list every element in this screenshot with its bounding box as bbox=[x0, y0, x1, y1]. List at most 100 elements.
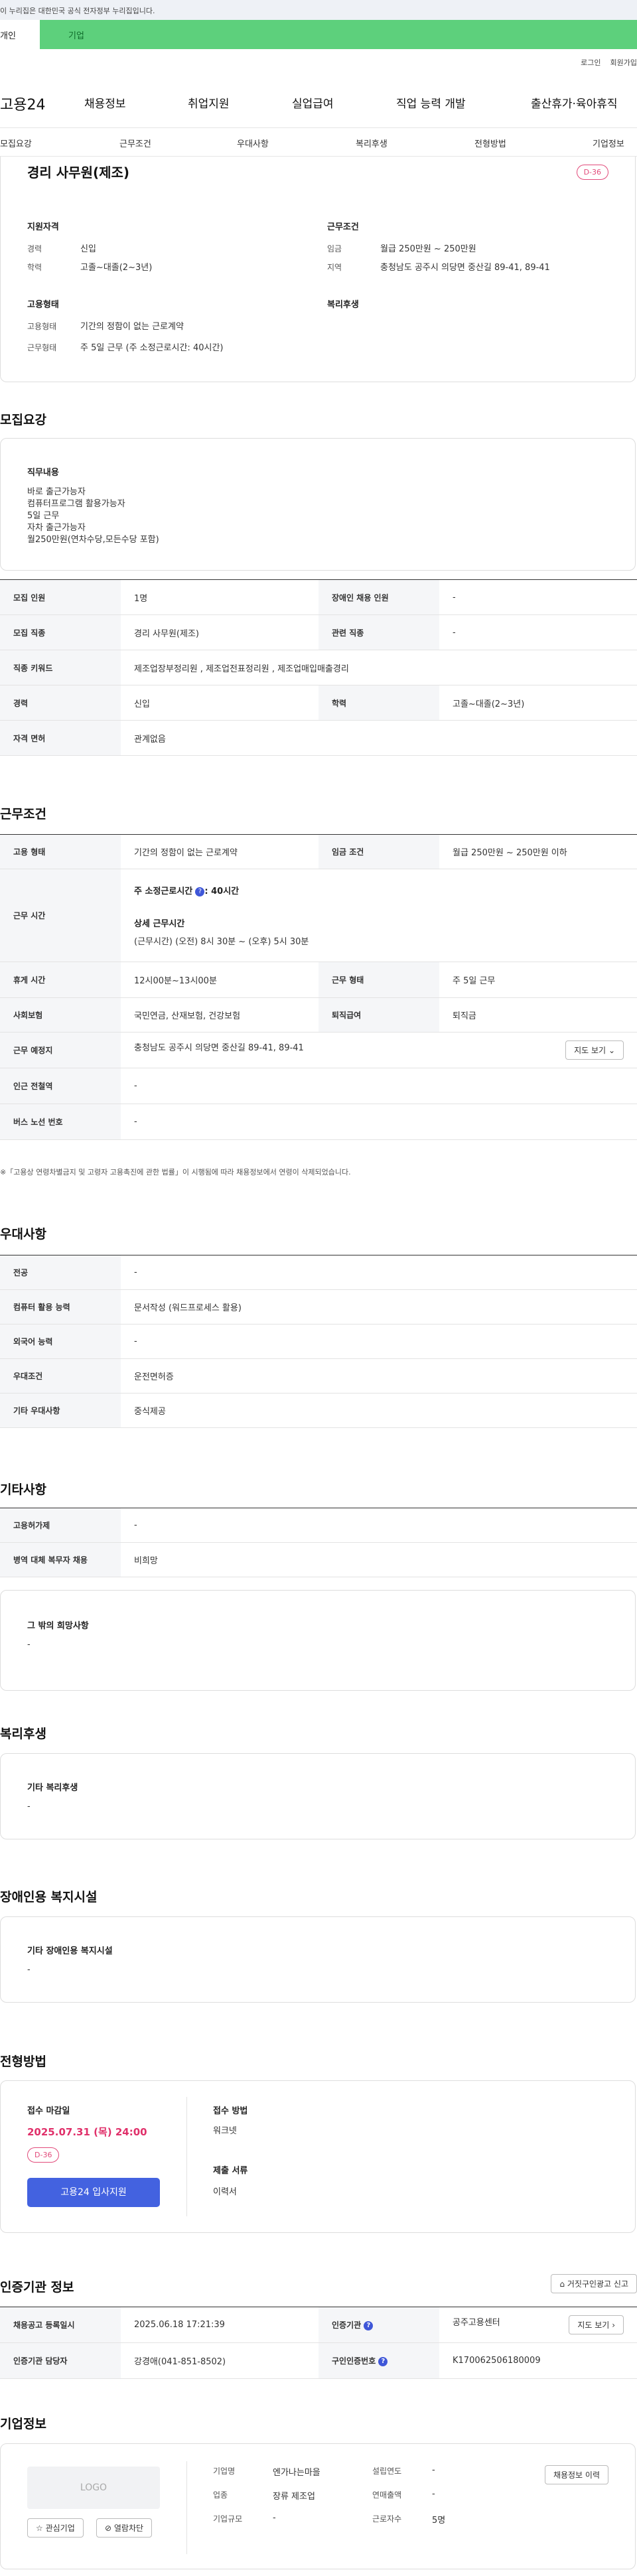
signup-link[interactable]: 회원가입 bbox=[610, 57, 637, 68]
hours-detail: (근무시간) (오전) 8시 30분 ~ (오후) 5시 30분 bbox=[134, 937, 309, 947]
divider bbox=[186, 2097, 187, 2216]
cell-td: 관계없음 bbox=[121, 720, 637, 756]
cell-td: 1명 bbox=[121, 579, 318, 615]
hope-value: - bbox=[27, 1640, 31, 1650]
cell-td: 강경애(041-851-8502) bbox=[121, 2342, 318, 2379]
gnb-item-jobs[interactable]: 채용정보 bbox=[84, 94, 126, 111]
duty-line: 월250만원(연차수당,모든수당 포함) bbox=[27, 535, 159, 545]
table-row: 버스 노선 번호 - bbox=[0, 1104, 637, 1140]
snb-welfare[interactable]: 복리후생 bbox=[356, 137, 388, 149]
docs-title: 제출 서류 bbox=[213, 2166, 248, 2176]
global-nav: 고용24 채용정보 취업지원 실업급여 직업 능력 개발 출산휴가·육아휴직 bbox=[0, 86, 637, 119]
cell-th: 버스 노선 번호 bbox=[0, 1104, 121, 1140]
cond-label: 임금 bbox=[327, 244, 342, 253]
duty-line: 바로 출근가능자 bbox=[27, 487, 86, 497]
etc-table: 고용허가제 - 병역 대체 복무자 채용 비희망 bbox=[0, 1508, 637, 1577]
map-view-label: 지도 보기 bbox=[574, 1046, 606, 1055]
org-cell: 공주고용센터 지도 보기 › bbox=[439, 2307, 637, 2343]
company-value: 장류 제조업 bbox=[273, 2492, 315, 2502]
method-value: 워크넷 bbox=[213, 2126, 237, 2136]
cell-th: 인증기관 ? bbox=[318, 2307, 439, 2343]
cell-th: 자격 면허 bbox=[0, 720, 121, 756]
cell-td: - bbox=[439, 614, 637, 650]
gov-banner-text: 이 누리집은 대한민국 공식 전자정부 누리집입니다. bbox=[0, 7, 155, 15]
cell-td: 2025.06.18 17:21:39 bbox=[121, 2307, 318, 2343]
info-icon[interactable]: ? bbox=[364, 2321, 374, 2330]
snb-work[interactable]: 근무조건 bbox=[119, 137, 151, 149]
cell-td: 주 5일 근무 bbox=[439, 962, 637, 998]
agency-map-button[interactable]: 지도 보기 › bbox=[569, 2315, 624, 2334]
table-row: 고용 형태 기간의 정함이 없는 근로계약 임금 조건 월급 250만원 ~ 2… bbox=[0, 834, 637, 869]
section-selection-title: 전형방법 bbox=[0, 2054, 46, 2069]
table-row: 인근 전철역 - bbox=[0, 1068, 637, 1104]
tab-corp[interactable]: 기업 bbox=[40, 20, 637, 49]
duty-lines: 바로 출근가능자 컴퓨터프로그램 활용가능자 5일 근무 자차 출근가능자 월2… bbox=[27, 486, 159, 546]
cell-td: - bbox=[121, 1068, 637, 1104]
fav-company-button[interactable]: ☆ 관심기업 bbox=[27, 2518, 84, 2538]
cell-td: - bbox=[121, 1255, 637, 1290]
disability-box-title: 기타 장애인용 복지시설 bbox=[27, 1946, 113, 1956]
cell-th: 사회보험 bbox=[0, 997, 121, 1033]
apply-button[interactable]: 고용24 입사지원 bbox=[27, 2178, 160, 2207]
cond-title: 근무조건 bbox=[327, 222, 359, 232]
block-view-button[interactable]: ⊘ 열람차단 bbox=[96, 2518, 153, 2538]
gnb-item-leave[interactable]: 출산휴가·육아휴직 bbox=[531, 94, 618, 111]
section-work-title: 근무조건 bbox=[0, 807, 46, 822]
company-info-grid: 기업명 엔가나는마을 설립연도 - 업종 장류 제조업 연매출액 - 기업규모 … bbox=[213, 2465, 492, 2537]
tab-person[interactable]: 개인 bbox=[0, 20, 40, 49]
cell-td: - bbox=[121, 1324, 637, 1359]
report-fake-ad-button[interactable]: ⌂ 거짓구인광고 신고 bbox=[551, 2274, 637, 2293]
cell-th: 기타 우대사항 bbox=[0, 1393, 121, 1428]
qual-label: 학력 bbox=[27, 263, 42, 272]
cell-td: 제조업장부정리원 , 제조업전표정리원 , 제조업매입매출경리 bbox=[121, 650, 637, 685]
section-nav: 모집요강 근무조건 우대사항 복리후생 전형방법 기업정보 bbox=[0, 127, 637, 157]
cell-th: 모집 직종 bbox=[0, 614, 121, 650]
cond-label: 지역 bbox=[327, 263, 342, 272]
map-view-button[interactable]: 지도 보기 ⌄ bbox=[565, 1040, 624, 1060]
snb-company[interactable]: 기업정보 bbox=[593, 137, 624, 149]
cell-th: 우대조건 bbox=[0, 1358, 121, 1394]
agency-table: 채용공고 등록일시 2025.06.18 17:21:39 인증기관 ? 공주고… bbox=[0, 2307, 637, 2379]
cell-th: 외국어 능력 bbox=[0, 1324, 121, 1359]
login-link[interactable]: 로그인 bbox=[581, 57, 601, 68]
gnb-item-unemployment[interactable]: 실업급여 bbox=[292, 94, 334, 111]
gnb-item-employment[interactable]: 취업지원 bbox=[188, 94, 230, 111]
company-logo: LOGO bbox=[27, 2467, 160, 2509]
cell-td: 비희망 bbox=[121, 1542, 637, 1577]
disability-box-value: - bbox=[27, 1965, 31, 1975]
place-value: 충청남도 공주시 의당면 중산길 89-41, 89-41 bbox=[134, 1043, 304, 1053]
info-icon[interactable]: ? bbox=[195, 887, 205, 896]
qual-list: 경력 신입 학력 고졸~대졸(2~3년) bbox=[27, 242, 152, 279]
company-label: 기업규모 bbox=[213, 2514, 243, 2524]
job-history-button[interactable]: 채용정보 이력 bbox=[544, 2465, 608, 2484]
hope-box: 그 밖의 희망사항 - bbox=[0, 1590, 636, 1691]
fav-label: 관심기업 bbox=[45, 2524, 75, 2533]
user-tabs: 개인 기업 bbox=[0, 20, 637, 49]
cell-td: 문서작성 (워드프로세스 활용) bbox=[121, 1289, 637, 1324]
cell-td: 기간의 정함이 없는 근로계약 bbox=[121, 834, 318, 869]
site-logo[interactable]: 고용24 bbox=[0, 93, 80, 114]
snb-selection[interactable]: 전형방법 bbox=[474, 137, 506, 149]
hours-main-label: 주 소정근로시간 bbox=[134, 887, 193, 896]
info-icon[interactable]: ? bbox=[378, 2356, 388, 2366]
qual-value: 신입 bbox=[80, 244, 96, 254]
cell-th: 구인인증번호 ? bbox=[318, 2342, 439, 2379]
cell-td: K170062506180009 bbox=[439, 2342, 637, 2379]
job-title: 경리 사무원(제조) bbox=[27, 165, 130, 180]
gnb-item-training[interactable]: 직업 능력 개발 bbox=[396, 94, 466, 111]
hope-title: 그 밖의 희망사항 bbox=[27, 1621, 89, 1631]
cell-th: 직종 키워드 bbox=[0, 650, 121, 685]
company-label: 근로자수 bbox=[372, 2514, 402, 2524]
qual-title: 지원자격 bbox=[27, 222, 59, 232]
cond-value: 월급 250만원 ~ 250만원 bbox=[380, 244, 476, 254]
hours-detail-title: 상세 근무시간 bbox=[134, 919, 185, 929]
snb-recruit[interactable]: 모집요강 bbox=[0, 137, 32, 149]
snb-pref[interactable]: 우대사항 bbox=[237, 137, 269, 149]
table-row: 우대조건 운전면허증 bbox=[0, 1358, 637, 1394]
table-row: 모집 직종 경리 사무원(제조) 관련 직종 - bbox=[0, 614, 637, 650]
cell-td: - bbox=[121, 1104, 637, 1140]
deadline-value: 2025.07.31 (목) 24:00 bbox=[27, 2126, 147, 2138]
duty-line: 컴퓨터프로그램 활용가능자 bbox=[27, 499, 125, 509]
cell-td: 12시00분~13시00분 bbox=[121, 962, 318, 998]
cell-td: 월급 250만원 ~ 250만원 이하 bbox=[439, 834, 637, 869]
